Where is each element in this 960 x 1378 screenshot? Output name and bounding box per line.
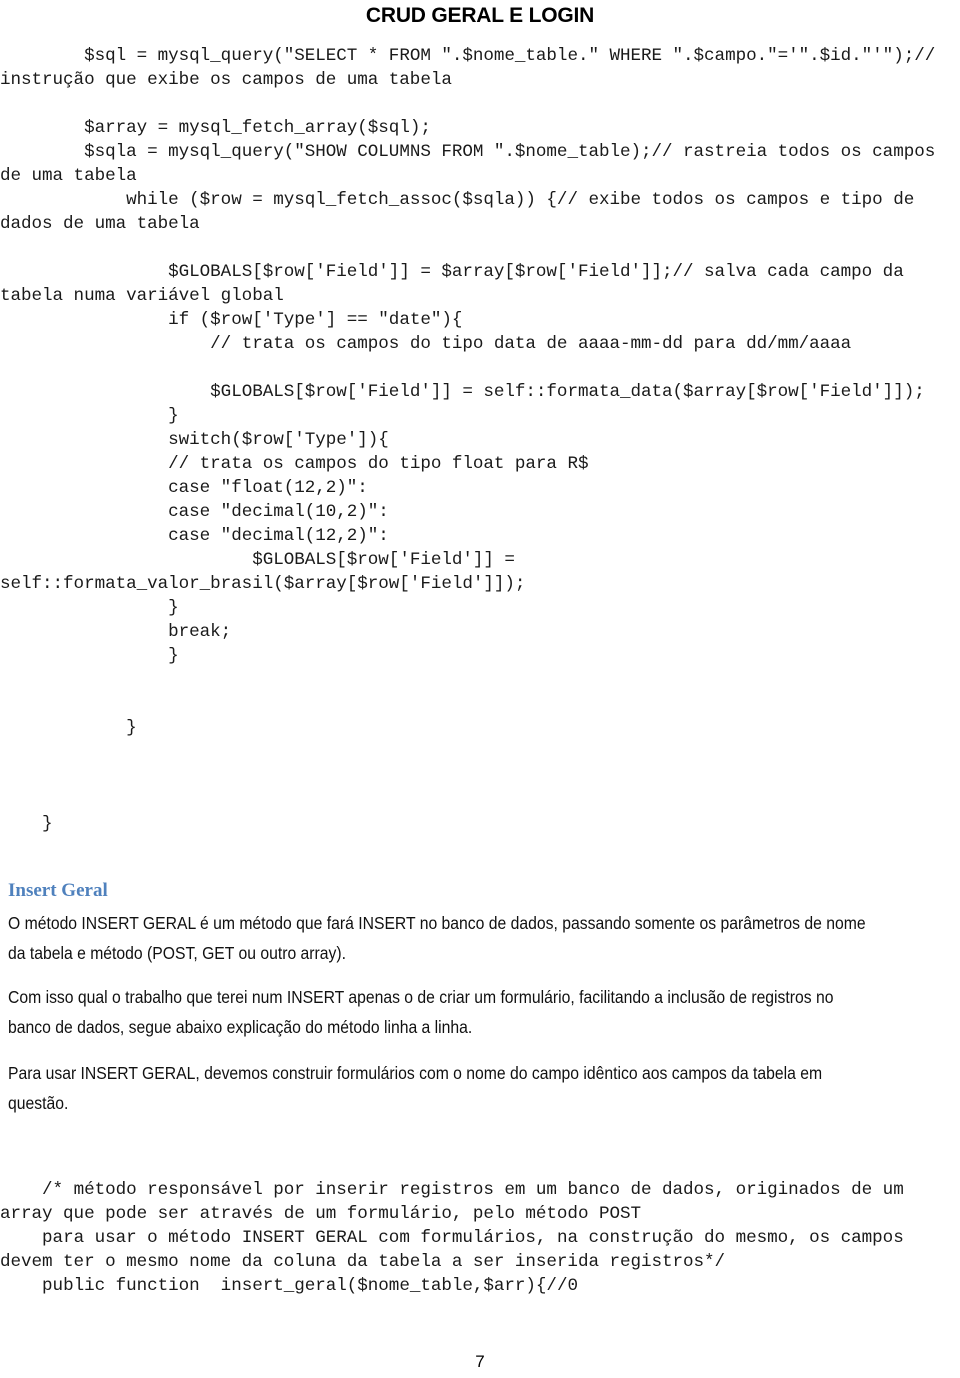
code-line: $array = mysql_fetch_array($sql); (0, 118, 431, 138)
code-line: } (0, 814, 53, 834)
section-heading-insert-geral: Insert Geral (8, 880, 108, 901)
code-line: // trata os campos do tipo data de aaaa-… (0, 334, 852, 354)
code-line: /* método responsável por inserir regist… (0, 1180, 915, 1224)
code-line: break; (0, 622, 232, 642)
code-line: $GLOBALS[$row['Field']] = self::formata_… (0, 382, 925, 402)
code-line: switch($row['Type']){ (0, 430, 389, 450)
code-line: $sqla = mysql_query("SHOW COLUMNS FROM "… (0, 142, 946, 186)
code-line: if ($row['Type'] == "date"){ (0, 310, 463, 330)
code-line: } (0, 406, 179, 426)
code-line: } (0, 718, 137, 738)
code-line: while ($row = mysql_fetch_assoc($sqla)) … (0, 190, 925, 234)
code-block-crud-geral: $sql = mysql_query("SELECT * FROM ".$nom… (0, 44, 960, 836)
code-block-insert-geral: /* método responsável por inserir regist… (0, 1178, 960, 1298)
code-line: case "decimal(10,2)": (0, 502, 389, 522)
page-number: 7 (475, 1352, 485, 1371)
document-page: CRUD GERAL E LOGIN $sql = mysql_query("S… (0, 0, 960, 1378)
code-line: } (0, 646, 179, 666)
code-line: } (0, 598, 179, 618)
code-line: // trata os campos do tipo float para R$ (0, 454, 589, 474)
paragraph-insert-workflow: Com isso qual o trabalho que terei num I… (8, 987, 834, 1037)
code-line: $GLOBALS[$row['Field']] = $array[$row['F… (0, 262, 915, 306)
paragraph-insert-usage: Para usar INSERT GERAL, devemos construi… (8, 1063, 823, 1113)
code-line: public function insert_geral($nome_table… (0, 1276, 578, 1296)
paragraph-insert-geral-description: O método INSERT GERAL é um método que fa… (8, 913, 866, 963)
code-line: case "float(12,2)": (0, 478, 368, 498)
page-title: CRUD GERAL E LOGIN (365, 4, 595, 27)
code-line: $sql = mysql_query("SELECT * FROM ".$nom… (0, 46, 946, 90)
code-line: $GLOBALS[$row['Field']] = self::formata_… (0, 550, 526, 594)
code-line: case "decimal(12,2)": (0, 526, 389, 546)
code-line: para usar o método INSERT GERAL com form… (0, 1228, 915, 1272)
